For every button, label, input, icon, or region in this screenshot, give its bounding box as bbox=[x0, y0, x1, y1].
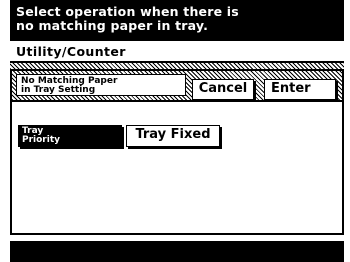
setting-panel: No Matching Paper in Tray Setting Cancel… bbox=[10, 69, 344, 235]
breadcrumb: Utility/Counter bbox=[10, 41, 344, 63]
control-panel-screen: Select operation when there is no matchi… bbox=[10, 0, 344, 262]
tray-priority-label: Tray Priority bbox=[22, 127, 60, 145]
cancel-button[interactable]: Cancel bbox=[192, 79, 254, 100]
instruction-message: Select operation when there is no matchi… bbox=[10, 0, 344, 41]
setting-header: No Matching Paper in Tray Setting Cancel… bbox=[12, 71, 342, 102]
instruction-line-1: Select operation when there is bbox=[16, 4, 239, 19]
setting-title-line-2: in Tray Setting bbox=[21, 85, 96, 95]
tray-priority-button[interactable]: Tray Priority bbox=[18, 125, 122, 147]
tray-priority-label-line-2: Priority bbox=[22, 135, 60, 145]
bottom-status-bar bbox=[10, 241, 344, 262]
enter-button[interactable]: Enter bbox=[264, 79, 336, 100]
tray-fixed-button[interactable]: Tray Fixed bbox=[126, 125, 220, 147]
breadcrumb-label: Utility/Counter bbox=[16, 44, 126, 59]
setting-title: No Matching Paper in Tray Setting bbox=[16, 74, 186, 96]
instruction-line-2: no matching paper in tray. bbox=[16, 18, 209, 33]
